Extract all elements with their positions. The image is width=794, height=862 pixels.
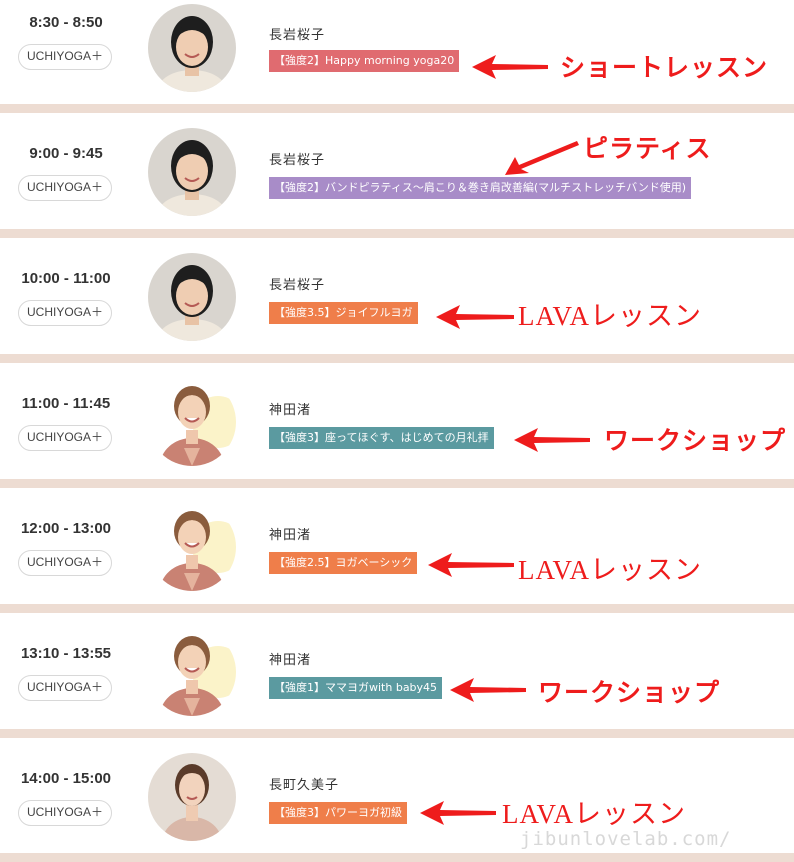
class-time: 8:30 - 8:50 — [29, 14, 103, 31]
instructor-avatar[interactable] — [148, 253, 236, 341]
arrow-icon — [514, 428, 590, 452]
instructor-name: 神田渚 — [269, 403, 312, 418]
instructor-b-photo — [148, 378, 236, 466]
annotation-label: ワークショップ — [604, 426, 787, 455]
row-separator — [0, 604, 794, 613]
instructor-name: 長岩桜子 — [269, 278, 326, 293]
schedule-row: 8:30 - 8:50 UCHIYOGA＋ 長岩桜子 【強度2】Happy mo… — [0, 0, 794, 104]
lesson-badge[interactable]: 【強度2.5】ヨガベーシック — [269, 552, 418, 574]
annotation-label: LAVAレッスン — [518, 301, 703, 331]
row-separator — [0, 104, 794, 113]
instructor-avatar[interactable] — [148, 4, 236, 92]
class-time: 14:00 - 15:00 — [20, 770, 112, 787]
schedule-row: 10:00 - 11:00 UCHIYOGA＋ 長岩桜子 【強度3.5】ジョイフ… — [0, 238, 794, 342]
instructor-avatar[interactable] — [148, 628, 236, 716]
instructor-name: 神田渚 — [269, 528, 312, 543]
program-button[interactable]: UCHIYOGA＋ — [18, 44, 112, 70]
instructor-avatar[interactable] — [148, 128, 236, 216]
instructor-name: 長岩桜子 — [269, 153, 326, 168]
lesson-badge[interactable]: 【強度1】ママヨガwith baby45 — [269, 677, 443, 699]
arrow-icon — [420, 801, 496, 825]
program-button[interactable]: UCHIYOGA＋ — [18, 675, 112, 701]
arrow-icon — [505, 141, 579, 175]
lesson-badge[interactable]: 【強度3】座ってほぐす、はじめての月礼拝 — [269, 427, 494, 449]
watermark: jibunlovelab.com/ — [520, 828, 732, 850]
instructor-a-photo — [148, 128, 236, 216]
lesson-badge[interactable]: 【強度3】パワーヨガ初級 — [269, 802, 407, 824]
instructor-a-photo — [148, 253, 236, 341]
instructor-avatar[interactable] — [148, 503, 236, 591]
schedule-row: 9:00 - 9:45 UCHIYOGA＋ 長岩桜子 【強度2】バンドピラティス… — [0, 113, 794, 217]
row-separator — [0, 354, 794, 363]
annotation-label: ワークショップ — [538, 678, 721, 707]
program-button[interactable]: UCHIYOGA＋ — [18, 425, 112, 451]
instructor-avatar[interactable] — [148, 378, 236, 466]
instructor-a-photo — [148, 4, 236, 92]
arrow-icon — [450, 678, 526, 702]
arrow-icon — [472, 55, 548, 79]
class-time: 11:00 - 11:45 — [21, 395, 111, 412]
program-button[interactable]: UCHIYOGA＋ — [18, 550, 112, 576]
instructor-b-photo — [148, 503, 236, 591]
lesson-badge[interactable]: 【強度2】バンドピラティス〜肩こり＆巻き肩改善編(マルチストレッチバンド使用) — [269, 177, 692, 199]
row-separator — [0, 853, 794, 862]
instructor-name: 長岩桜子 — [269, 28, 326, 43]
schedule-row: 14:00 - 15:00 UCHIYOGA＋ 長町久美子 【強度3】パワーヨガ… — [0, 738, 794, 842]
class-time: 13:10 - 13:55 — [20, 645, 112, 662]
class-time: 10:00 - 11:00 — [21, 270, 111, 287]
program-button[interactable]: UCHIYOGA＋ — [18, 800, 112, 826]
program-button[interactable]: UCHIYOGA＋ — [18, 175, 112, 201]
class-time: 12:00 - 13:00 — [20, 520, 112, 537]
arrow-icon — [436, 305, 514, 329]
arrow-icon — [428, 553, 514, 577]
instructor-c-photo — [148, 753, 236, 841]
lesson-badge[interactable]: 【強度3.5】ジョイフルヨガ — [269, 302, 418, 324]
lesson-badge[interactable]: 【強度2】Happy morning yoga20 — [269, 50, 460, 72]
class-time: 9:00 - 9:45 — [29, 145, 103, 162]
schedule-row: 11:00 - 11:45 UCHIYOGA＋ 神田渚 【強度3】座ってほぐす、… — [0, 363, 794, 467]
instructor-name: 長町久美子 — [269, 778, 340, 793]
annotation-label: LAVAレッスン — [518, 555, 703, 585]
schedule-row: 13:10 - 13:55 UCHIYOGA＋ 神田渚 【強度1】ママヨガwit… — [0, 613, 794, 717]
instructor-avatar[interactable] — [148, 753, 236, 841]
program-button[interactable]: UCHIYOGA＋ — [18, 300, 112, 326]
schedule-row: 12:00 - 13:00 UCHIYOGA＋ 神田渚 【強度2.5】ヨガベーシ… — [0, 488, 794, 592]
instructor-name: 神田渚 — [269, 653, 312, 668]
annotation-label: LAVAレッスン — [502, 799, 687, 829]
row-separator — [0, 229, 794, 238]
annotation-label: ショートレッスン — [560, 53, 769, 82]
instructor-b-photo — [148, 628, 236, 716]
row-separator — [0, 729, 794, 738]
row-separator — [0, 479, 794, 488]
annotation-label: ピラティス — [583, 134, 712, 163]
